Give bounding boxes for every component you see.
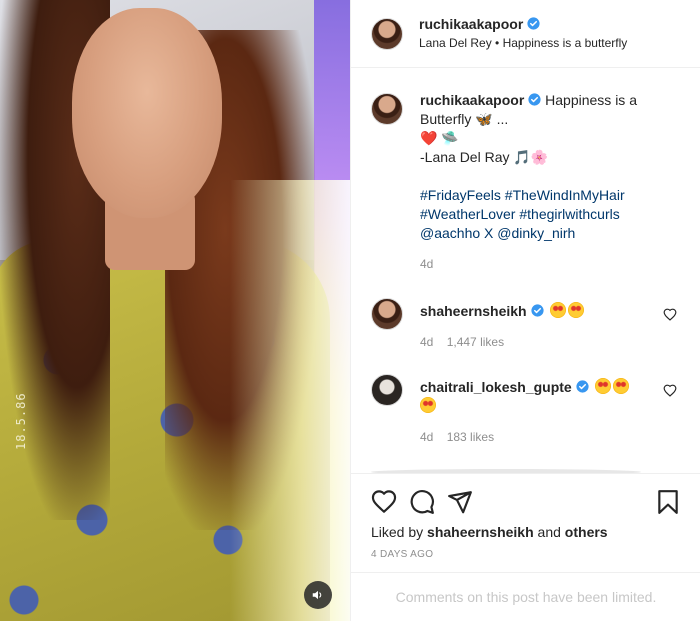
commenter-avatar[interactable] xyxy=(371,298,403,330)
verified-badge-icon xyxy=(576,380,589,393)
caption-time[interactable]: 4d xyxy=(420,257,433,271)
liked-by-user[interactable]: shaheernsheikh xyxy=(427,524,534,540)
comment-likes[interactable]: 183 likes xyxy=(447,430,494,444)
verified-badge-icon xyxy=(527,17,540,30)
caption-text-line3: ❤️ 🛸 xyxy=(420,130,459,146)
post-side-panel: ruchikaakapoor Lana Del Rey • Happiness … xyxy=(350,0,700,621)
caption-text-line2: Butterfly 🦋 ... xyxy=(420,111,509,127)
post-timestamp[interactable]: 4 DAYS AGO xyxy=(371,549,681,560)
commenter-avatar[interactable] xyxy=(371,374,403,406)
commenter-username[interactable]: chaitrali_lokesh_gupte xyxy=(420,379,572,395)
caption: ruchikaakapoor Happiness is a Butterfly … xyxy=(371,91,700,274)
comment-item: chaitrali_lokesh_gupte 4d 183 likes xyxy=(371,372,700,447)
caption-text-line4: -Lana Del Ray 🎵🌸 xyxy=(420,149,549,165)
liked-by-and: and xyxy=(537,524,561,540)
media-subject-face xyxy=(72,8,222,218)
comments-limited-notice: Comments on this post have been limited. xyxy=(351,572,700,621)
liked-by-prefix: Liked by xyxy=(371,524,424,540)
caption-username[interactable]: ruchikaakapoor xyxy=(420,92,524,108)
caption-hashtags-line1[interactable]: #FridayFeels #TheWindInMyHair xyxy=(420,186,665,205)
star-eyes-emoji-icon xyxy=(549,302,566,318)
verified-badge-icon xyxy=(528,93,541,106)
comment-time[interactable]: 4d xyxy=(420,430,433,444)
comment-icon[interactable] xyxy=(409,489,435,515)
media-light-leak xyxy=(230,180,350,621)
post-actions: Liked by shaheernsheikh and others 4 DAY… xyxy=(351,473,700,571)
caption-hashtags-line2[interactable]: #WeatherLover #thegirlwithcurls xyxy=(420,205,665,224)
media-date-stamp: 18.5.86 xyxy=(14,392,28,450)
speaker-icon xyxy=(312,590,322,600)
caption-mentions[interactable]: @aachho X @dinky_nirh xyxy=(420,224,665,243)
comment-meta: 4d 1,447 likes xyxy=(420,333,665,352)
comments-list[interactable]: ruchikaakapoor Happiness is a Butterfly … xyxy=(351,69,700,473)
star-eyes-emoji-icon xyxy=(567,302,584,318)
audio-track-link[interactable]: Lana Del Rey • Happiness is a butterfly xyxy=(419,34,627,52)
author-avatar[interactable] xyxy=(371,17,403,50)
bookmark-icon[interactable] xyxy=(655,489,681,515)
comment-meta: 4d 183 likes xyxy=(420,428,665,447)
caption-author-avatar[interactable] xyxy=(371,93,403,125)
comment-time[interactable]: 4d xyxy=(420,335,433,349)
star-eyes-emoji-icon xyxy=(420,397,436,413)
share-icon[interactable] xyxy=(447,489,473,515)
comment-item: shaheernsheikh 4d 1,447 likes xyxy=(371,296,700,352)
liked-by-summary: Liked by shaheernsheikh and others xyxy=(371,524,681,540)
verified-badge-icon xyxy=(531,304,544,317)
post-header: ruchikaakapoor Lana Del Rey • Happiness … xyxy=(351,0,700,68)
audio-toggle-button[interactable] xyxy=(304,581,332,609)
liked-by-others[interactable]: others xyxy=(565,524,608,540)
star-eyes-emoji-icon xyxy=(612,378,629,394)
star-eyes-emoji-icon xyxy=(594,378,611,394)
post-media[interactable]: 18.5.86 xyxy=(0,0,350,621)
comment-likes[interactable]: 1,447 likes xyxy=(447,335,504,349)
caption-text-line1: Happiness is a xyxy=(545,92,637,108)
caption-meta: 4d xyxy=(420,255,665,274)
heart-icon[interactable] xyxy=(371,489,397,515)
author-username[interactable]: ruchikaakapoor xyxy=(419,16,523,32)
comment-like-heart-icon[interactable] xyxy=(663,384,677,398)
comment-like-heart-icon[interactable] xyxy=(663,308,677,322)
commenter-username[interactable]: shaheernsheikh xyxy=(420,303,527,319)
